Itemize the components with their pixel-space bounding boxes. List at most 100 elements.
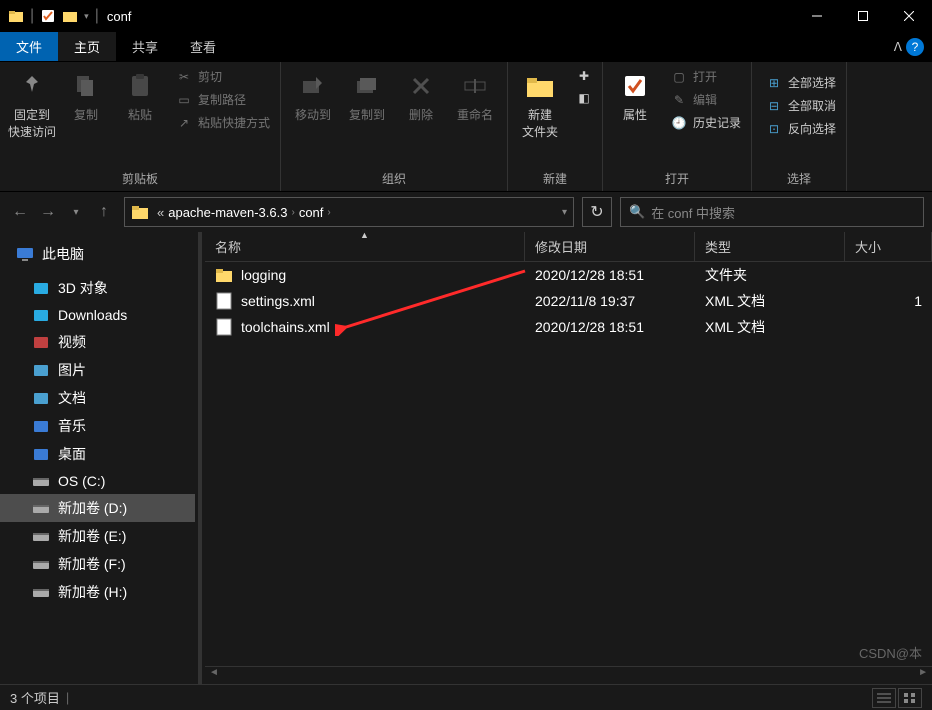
pc-icon — [16, 245, 34, 263]
back-button[interactable]: ← — [8, 200, 32, 224]
details-view-button[interactable] — [872, 688, 896, 708]
pin-quickaccess-button[interactable]: 固定到 快速访问 — [6, 66, 58, 144]
sidebar-item[interactable]: 新加卷 (D:) — [0, 494, 195, 522]
sidebar-this-pc[interactable]: 此电脑 — [0, 240, 195, 268]
col-size[interactable]: 大小 — [845, 232, 932, 261]
tab-share[interactable]: 共享 — [116, 32, 174, 61]
breadcrumb-dropdown-icon[interactable]: ▾ — [562, 207, 567, 218]
splitter[interactable] — [195, 232, 205, 684]
delete-button[interactable]: 删除 — [395, 66, 447, 127]
recent-dropdown[interactable]: ▾ — [64, 200, 88, 224]
invertsel-label: 反向选择 — [788, 120, 836, 137]
sidebar-item[interactable]: 新加卷 (E:) — [0, 522, 195, 550]
col-name[interactable]: ▲名称 — [205, 232, 525, 261]
sidebar-item[interactable]: 文档 — [0, 384, 195, 412]
sidebar-item[interactable]: Downloads — [0, 302, 195, 328]
sidebar-item-label: 文档 — [58, 388, 86, 408]
file-row[interactable]: logging2020/12/28 18:51文件夹 — [205, 262, 932, 288]
folder-icon — [524, 70, 556, 102]
qat-new-icon[interactable] — [62, 8, 78, 24]
search-input[interactable]: 🔍 在 conf 中搜索 — [620, 197, 924, 227]
search-icon: 🔍 — [629, 204, 645, 220]
breadcrumb[interactable]: « apache-maven-3.6.3 › conf › ▾ — [124, 197, 574, 227]
search-placeholder: 在 conf 中搜索 — [651, 203, 735, 222]
sidebar-item[interactable]: 图片 — [0, 356, 195, 384]
selectnone-icon: ⊟ — [766, 98, 782, 114]
edit-label: 编辑 — [693, 91, 717, 108]
copyto-label: 复制到 — [349, 106, 385, 123]
cut-button[interactable]: ✂ 剪切 — [172, 66, 274, 87]
drive-icon — [32, 583, 50, 601]
help-icon[interactable]: ? — [906, 38, 924, 56]
up-button[interactable]: ↑ — [92, 200, 116, 224]
open-button[interactable]: ▢打开 — [667, 66, 745, 87]
copypath-button[interactable]: ▭复制路径 — [172, 89, 274, 110]
close-button[interactable] — [886, 0, 932, 32]
sidebar-item-label: 音乐 — [58, 416, 86, 436]
newfolder-label: 新建 文件夹 — [522, 106, 558, 140]
qat-props-icon[interactable] — [40, 8, 56, 24]
properties-button[interactable]: 属性 — [609, 66, 661, 127]
history-button[interactable]: 🕘历史记录 — [667, 112, 745, 133]
sidebar-item[interactable]: 3D 对象 — [0, 274, 195, 302]
breadcrumb-overflow[interactable]: « — [157, 205, 164, 220]
qat-divider: | — [30, 7, 34, 25]
sidebar-item-label: OS (C:) — [58, 473, 105, 489]
minimize-button[interactable] — [794, 0, 840, 32]
tab-home[interactable]: 主页 — [58, 32, 116, 61]
chevron-right-icon[interactable]: › — [327, 207, 330, 218]
edit-button[interactable]: ✎编辑 — [667, 89, 745, 110]
properties-icon — [619, 70, 651, 102]
col-date[interactable]: 修改日期 — [525, 232, 695, 261]
sidebar-item[interactable]: 新加卷 (H:) — [0, 578, 195, 606]
breadcrumb-part2[interactable]: conf — [299, 205, 324, 220]
selectall-button[interactable]: ⊞全部选择 — [762, 72, 840, 93]
icons-view-button[interactable] — [898, 688, 922, 708]
sidebar-item-label: 图片 — [58, 360, 86, 380]
chevron-right-icon[interactable]: › — [291, 207, 294, 218]
paste-shortcut-button[interactable]: ↗粘贴快捷方式 — [172, 112, 274, 133]
easyaccess-button[interactable]: ◧ — [572, 88, 596, 108]
col-type[interactable]: 类型 — [695, 232, 845, 261]
file-icon — [215, 318, 233, 336]
tab-view[interactable]: 查看 — [174, 32, 232, 61]
scissors-icon: ✂ — [176, 69, 192, 85]
file-icon — [215, 266, 233, 284]
moveto-button[interactable]: 移动到 — [287, 66, 339, 127]
tab-file[interactable]: 文件 — [0, 32, 58, 61]
file-row[interactable]: toolchains.xml2020/12/28 18:51XML 文档 — [205, 314, 932, 340]
forward-button[interactable]: → — [36, 200, 60, 224]
clipboard-group-label: 剪贴板 — [6, 168, 274, 189]
horizontal-scrollbar[interactable] — [205, 666, 932, 684]
new-group-label: 新建 — [514, 168, 596, 189]
rename-button[interactable]: 重命名 — [449, 66, 501, 127]
open-icon: ▢ — [671, 69, 687, 85]
sidebar-item[interactable]: 桌面 — [0, 440, 195, 468]
file-type: XML 文档 — [695, 291, 845, 311]
copy-button[interactable]: 复制 — [60, 66, 112, 127]
cut-label: 剪切 — [198, 68, 222, 85]
ribbon-collapse-icon[interactable]: ᐱ — [894, 40, 902, 54]
titlebar-qat: | ▾ | — [0, 7, 99, 25]
file-row[interactable]: settings.xml2022/11/8 19:37XML 文档1 — [205, 288, 932, 314]
invertsel-button[interactable]: ⊡反向选择 — [762, 118, 840, 139]
file-date: 2022/11/8 19:37 — [525, 293, 695, 309]
qat-dropdown-icon[interactable]: ▾ — [84, 11, 89, 22]
copypath-label: 复制路径 — [198, 91, 246, 108]
copyto-button[interactable]: 复制到 — [341, 66, 393, 127]
selectnone-button[interactable]: ⊟全部取消 — [762, 95, 840, 116]
sidebar-item[interactable]: 新加卷 (F:) — [0, 550, 195, 578]
newitem-button[interactable]: ✚ — [572, 66, 596, 86]
ribbon: 固定到 快速访问 复制 粘贴 ✂ 剪切 ▭复制路径 ↗粘贴快捷方式 剪贴板 移动到 — [0, 62, 932, 192]
breadcrumb-part1[interactable]: apache-maven-3.6.3 — [168, 205, 287, 220]
col-date-label: 修改日期 — [535, 237, 587, 256]
refresh-button[interactable]: ↻ — [582, 197, 612, 227]
sidebar-item[interactable]: 音乐 — [0, 412, 195, 440]
file-list[interactable]: logging2020/12/28 18:51文件夹settings.xml20… — [205, 262, 932, 666]
sidebar-item[interactable]: 视频 — [0, 328, 195, 356]
sidebar-item[interactable]: OS (C:) — [0, 468, 195, 494]
maximize-button[interactable] — [840, 0, 886, 32]
newfolder-button[interactable]: 新建 文件夹 — [514, 66, 566, 144]
sidebar-item-label: 桌面 — [58, 444, 86, 464]
paste-button[interactable]: 粘贴 — [114, 66, 166, 127]
